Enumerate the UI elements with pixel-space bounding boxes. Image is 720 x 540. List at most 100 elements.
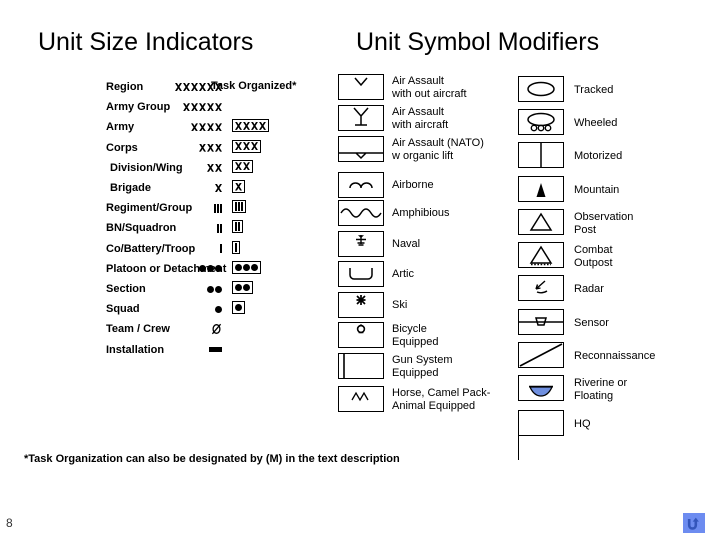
size-glyph [215, 163, 222, 172]
modifier-label: Air Assault with out aircraft [392, 75, 467, 101]
modifier-label-line: Tracked [574, 84, 614, 96]
task-organized-symbol [232, 159, 292, 176]
amphibious-icon [338, 200, 384, 226]
size-glyph [215, 143, 222, 152]
size-glyph [235, 284, 242, 291]
air-assault-nato-icon [338, 136, 384, 162]
modifier-label: Mountain [574, 184, 619, 197]
horse-camel-pack-icon [338, 386, 384, 412]
wheeled-icon [518, 109, 564, 135]
unit-size-label: BN/Squadron [106, 222, 177, 235]
modifier-label-line: Post [574, 224, 597, 236]
unit-size-label: Platoon or Detachment [106, 262, 227, 275]
modifier-label: Tracked [574, 84, 613, 97]
size-glyph [243, 142, 250, 151]
size-glyph [259, 121, 266, 130]
modifier-label-line: Riverine or [574, 377, 628, 389]
task-organized-symbol [232, 220, 292, 236]
size-glyph [207, 103, 214, 112]
unit-size-row: Army [24, 120, 224, 140]
modifier-label-line: with aircraft [392, 119, 449, 131]
modifier-label: Bicycle Equipped [392, 323, 439, 349]
modifier-label: Amphibious [392, 207, 449, 220]
modifier-label-line: Horse, Camel Pack- [392, 387, 491, 399]
size-glyph [235, 121, 242, 130]
unit-size-symbol [162, 302, 224, 316]
size-glyph [235, 142, 242, 151]
air-assault-with-aircraft-icon [338, 105, 384, 131]
task-organized-symbol [232, 301, 292, 317]
motorized-icon [518, 142, 564, 168]
modifier-label-line: Gun System [392, 354, 453, 366]
size-glyph [241, 202, 243, 212]
size-glyph [251, 263, 258, 271]
modifier-label: HQ [574, 418, 591, 431]
headquarters-staff-icon [518, 436, 520, 460]
size-glyph [215, 285, 222, 293]
unit-size-row: Region [24, 80, 224, 100]
task-organized-symbol [232, 240, 292, 257]
size-glyph [220, 223, 222, 233]
size-glyph [209, 347, 222, 353]
modifier-label: Horse, Camel Pack- Animal Equipped [392, 387, 490, 413]
size-glyph [183, 83, 190, 91]
size-glyph [207, 285, 214, 293]
size-glyph [215, 83, 222, 91]
unit-size-row: Brigade [24, 181, 224, 201]
return-button[interactable] [683, 513, 705, 533]
modifier-label-line: Combat [574, 244, 613, 256]
modifier-label: Motorized [574, 150, 622, 163]
size-glyph [235, 263, 242, 271]
size-glyph-slashed-oval [211, 324, 222, 335]
modifier-label: Artic [392, 268, 414, 281]
size-glyph [235, 202, 237, 212]
unit-size-symbol [162, 100, 224, 114]
size-glyph [215, 103, 222, 112]
slide-canvas: Unit Size Indicators Unit Symbol Modifie… [0, 0, 720, 540]
modifier-label-line: Observation [574, 211, 634, 223]
size-glyph [235, 242, 237, 252]
size-glyph [238, 202, 240, 212]
task-organized-symbol [232, 139, 292, 156]
size-glyph [207, 123, 214, 132]
modifier-label-line: Airborne [392, 179, 434, 191]
sensor-icon [518, 309, 564, 335]
unit-size-label: Squad [106, 303, 140, 316]
page-title-unit-symbol-modifiers: Unit Symbol Modifiers [356, 28, 600, 56]
modifier-label-line: Outpost [574, 257, 613, 269]
page-number: 8 [6, 516, 13, 530]
unit-size-symbol [162, 141, 224, 155]
riverine-floating-icon [518, 375, 564, 401]
modifier-label: Air Assault (NATO) w organic lift [392, 137, 484, 163]
unit-size-label: Section [106, 283, 146, 295]
combat-outpost-icon [518, 242, 564, 268]
page-title-unit-size-indicators: Unit Size Indicators [38, 28, 254, 56]
size-glyph [220, 203, 222, 213]
unit-size-row: Division/Wing [24, 161, 224, 181]
modifier-label-line: Naval [392, 238, 421, 250]
size-glyph [235, 222, 237, 232]
modifier-label: Observation Post [574, 211, 633, 237]
unit-size-symbol [162, 120, 224, 134]
naval-icon [338, 231, 384, 257]
unit-size-label: Team / Crew [106, 323, 170, 336]
size-glyph [235, 162, 242, 171]
size-glyph [183, 103, 190, 112]
unit-size-label: Army [106, 121, 135, 134]
unit-size-row: Co/Battery/Troop [24, 242, 224, 262]
size-glyph [199, 123, 206, 132]
unit-size-symbol [162, 80, 224, 94]
return-arrow-icon [687, 517, 699, 530]
modifier-label: Radar [574, 283, 604, 296]
modifier-label: Air Assault with aircraft [392, 106, 448, 132]
radar-icon [518, 275, 564, 301]
air-assault-without-aircraft-icon [338, 74, 384, 100]
unit-size-row: Regiment/Group [24, 201, 224, 221]
unit-size-label: Division/Wing [110, 161, 183, 174]
modifier-label-line: Artic [392, 268, 414, 280]
unit-size-row: Team / Crew [24, 322, 224, 342]
size-glyph [251, 142, 258, 151]
modifier-label-line: Mountain [574, 184, 620, 196]
modifier-label-line: Equipped [392, 367, 439, 379]
gun-system-equipped-icon [338, 353, 384, 379]
